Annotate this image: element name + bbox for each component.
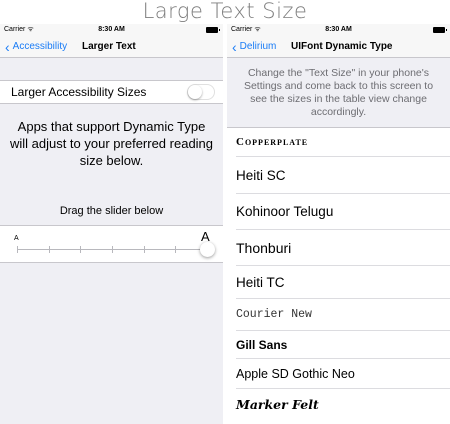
slider-tick xyxy=(80,246,82,253)
slider-tick xyxy=(48,246,50,253)
page-title: Larger Text xyxy=(82,41,136,52)
table-row[interactable]: Marker Felt xyxy=(236,389,450,419)
status-bar: Carrier ᯤ 8:30 AM xyxy=(227,24,450,36)
status-bar: Carrier ᯤ 8:30 AM xyxy=(0,24,223,36)
font-name-kohinoor-telugu: Kohinoor Telugu xyxy=(236,204,334,219)
navigation-bar: ‹ Accessibility Larger Text xyxy=(0,36,223,58)
font-name-heiti-tc: Heiti TC xyxy=(236,274,285,290)
page-title: UIFont Dynamic Type xyxy=(291,41,393,52)
battery-icon xyxy=(433,27,447,33)
table-row[interactable]: Apple SD Gothic Neo xyxy=(236,359,450,389)
small-text-glyph: A xyxy=(14,235,19,242)
table-row[interactable]: Gill Sans xyxy=(236,331,450,359)
right-phone-screen: Carrier ᯤ 8:30 AM ‹ Delirium UIFont Dynam… xyxy=(227,24,450,424)
battery-icon xyxy=(206,27,220,33)
status-time: 8:30 AM xyxy=(98,26,125,33)
font-name-marker-felt: Marker Felt xyxy=(236,396,319,412)
dynamic-type-description: Apps that support Dynamic Type will adju… xyxy=(9,119,214,168)
font-name-heiti-sc: Heiti SC xyxy=(236,167,286,183)
instructions-header: Change the "Text Size" in your phone's S… xyxy=(227,58,450,128)
font-name-copperplate: Copperplate xyxy=(236,136,309,148)
table-row[interactable]: Copperplate xyxy=(236,128,450,157)
table-row[interactable]: Kohinoor Telugu xyxy=(236,194,450,230)
larger-accessibility-sizes-row: Larger Accessibility Sizes xyxy=(0,80,223,104)
status-time: 8:30 AM xyxy=(325,26,352,33)
slider-hint: Drag the slider below xyxy=(59,205,164,217)
slider-tick xyxy=(143,246,145,253)
slider-tick xyxy=(175,246,177,253)
table-row[interactable]: Courier New xyxy=(236,299,450,331)
font-table: Copperplate Heiti SC Kohinoor Telugu Tho… xyxy=(227,128,450,419)
left-phone-screen: Carrier ᯤ 8:30 AM ‹ Accessibility Larger … xyxy=(0,24,223,424)
font-name-courier-new: Courier New xyxy=(236,308,312,321)
screenshot-caption: Large Text Size xyxy=(142,0,308,23)
back-button[interactable]: ‹ Delirium xyxy=(232,36,276,58)
text-size-slider-thumb[interactable] xyxy=(200,242,215,257)
font-name-thonburi: Thonburi xyxy=(236,239,292,256)
back-button-label: Accessibility xyxy=(12,41,68,52)
font-name-gill-sans: Gill Sans xyxy=(236,337,288,352)
back-button-label: Delirium xyxy=(239,41,277,52)
back-button[interactable]: ‹ Accessibility xyxy=(5,36,67,58)
chevron-left-icon: ‹ xyxy=(232,39,237,55)
chevron-left-icon: ‹ xyxy=(5,39,10,55)
navigation-bar: ‹ Delirium UIFont Dynamic Type xyxy=(227,36,450,58)
slider-tick xyxy=(112,246,113,253)
slider-tick xyxy=(17,246,18,253)
table-row[interactable]: Thonburi xyxy=(236,230,450,266)
font-name-apple-sd-gothic-neo: Apple SD Gothic Neo xyxy=(236,366,355,381)
text-size-slider-panel: A A xyxy=(0,225,223,263)
toggle-label: Larger Accessibility Sizes xyxy=(11,85,147,99)
larger-accessibility-sizes-toggle[interactable] xyxy=(187,84,215,100)
table-row[interactable]: Heiti SC xyxy=(236,157,450,194)
table-row[interactable]: Heiti TC xyxy=(236,266,450,299)
toggle-knob xyxy=(188,85,202,99)
